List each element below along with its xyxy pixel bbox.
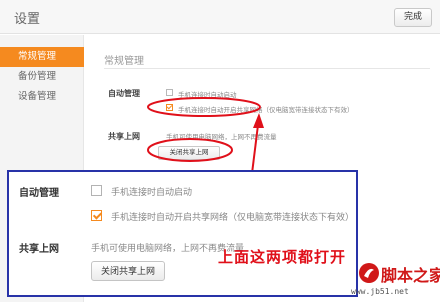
callout-text: 上面这两项都打开 bbox=[218, 248, 347, 266]
watermark-url: www.jb51.net bbox=[351, 287, 409, 296]
zoom-auto-start-checkbox[interactable] bbox=[91, 185, 102, 196]
share-net-desc: 手机可使用电脑网络，上网不再费流量 bbox=[166, 133, 277, 141]
title-bar: 设置 完成 bbox=[0, 0, 440, 34]
auto-manage-label: 自动管理 bbox=[108, 89, 140, 98]
window-title: 设置 bbox=[14, 12, 41, 27]
zoom-auto-share-text: 手机连接时自动开启共享网络（仅电脑宽带连接状态下有效） bbox=[111, 213, 355, 223]
close-share-button[interactable]: 关闭共享上网 bbox=[158, 146, 220, 160]
auto-share-text: 手机连接时自动开启共享网络（仅电脑宽带连接状态下有效） bbox=[178, 106, 354, 114]
zoom-share-net-label: 共享上网 bbox=[19, 244, 59, 255]
zoom-auto-start-text: 手机连接时自动启动 bbox=[111, 188, 193, 198]
sidebar-item-general[interactable]: 常规管理 bbox=[0, 47, 84, 67]
zoom-detail-box: 自动管理 手机连接时自动启动 手机连接时自动开启共享网络（仅电脑宽带连接状态下有… bbox=[7, 170, 358, 297]
watermark-name: 脚本之家 bbox=[381, 266, 440, 285]
auto-share-checkbox[interactable] bbox=[166, 104, 173, 111]
zoom-auto-manage-label: 自动管理 bbox=[19, 188, 59, 199]
sidebar-item-device[interactable]: 设备管理 bbox=[0, 87, 84, 107]
arrow-head bbox=[253, 113, 264, 128]
auto-start-checkbox[interactable] bbox=[166, 89, 173, 96]
share-net-label: 共享上网 bbox=[108, 132, 140, 141]
done-button[interactable]: 完成 bbox=[394, 8, 432, 27]
sidebar-item-backup[interactable]: 备份管理 bbox=[0, 67, 84, 87]
zoom-close-share-button[interactable]: 关闭共享上网 bbox=[91, 261, 165, 281]
divider bbox=[104, 68, 430, 69]
auto-start-text: 手机连接时自动启动 bbox=[178, 91, 237, 99]
watermark-logo-icon bbox=[359, 263, 379, 283]
section-title: 常规管理 bbox=[104, 56, 144, 67]
zoom-auto-share-checkbox[interactable] bbox=[91, 210, 102, 221]
